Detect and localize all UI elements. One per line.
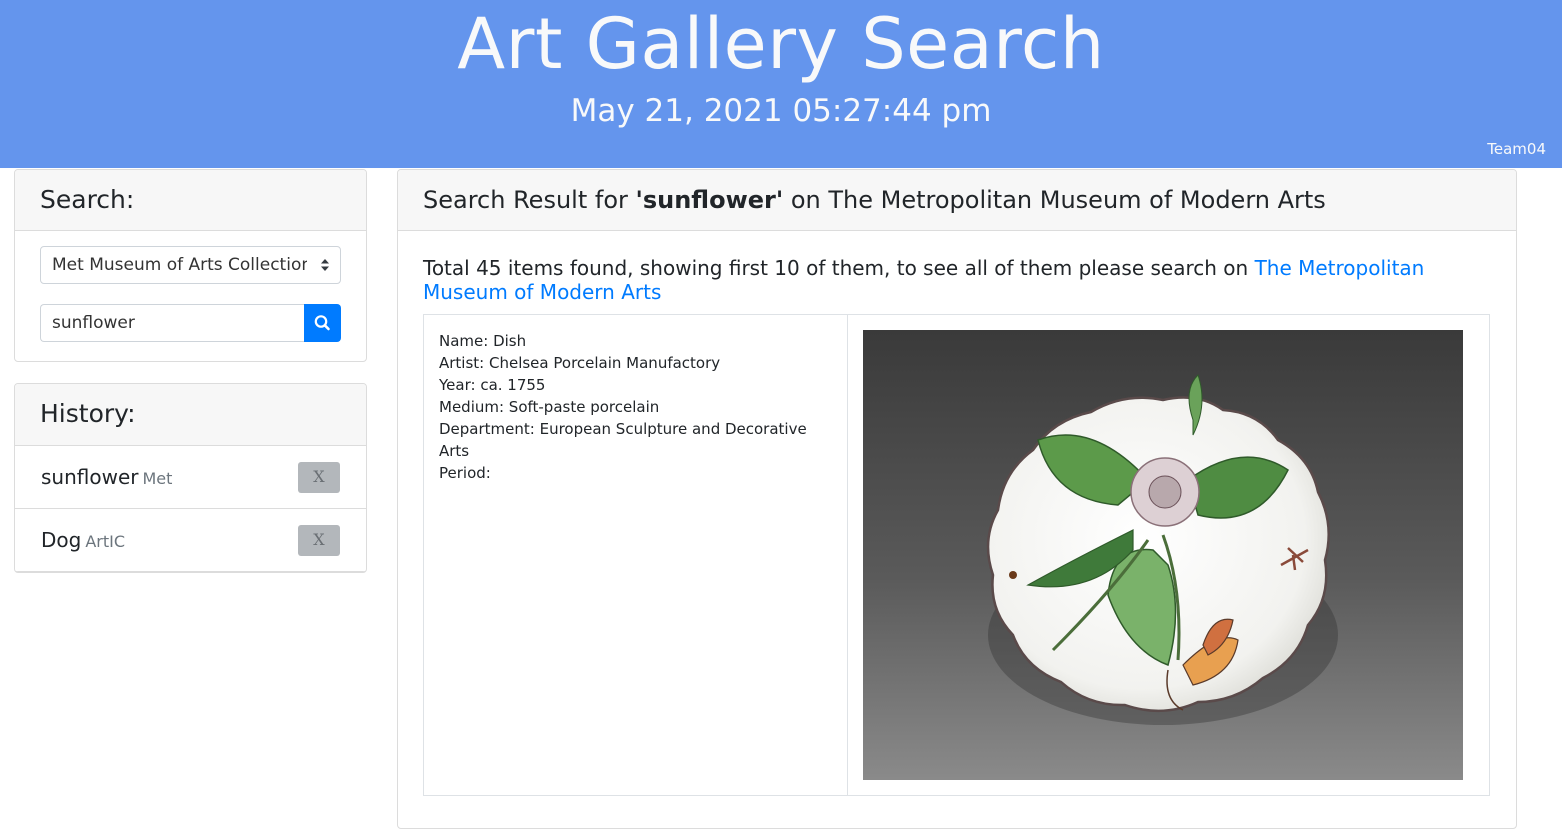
results-heading-suffix: on The Metropolitan Museum of Modern Art… bbox=[783, 186, 1326, 214]
result-row: Name: Dish Artist: Chelsea Porcelain Man… bbox=[423, 314, 1490, 796]
app-header: Art Gallery Search May 21, 2021 05:27:44… bbox=[0, 0, 1562, 168]
artwork-image[interactable] bbox=[863, 330, 1463, 780]
select-arrows-icon bbox=[321, 259, 329, 271]
history-term[interactable]: Dog bbox=[41, 528, 81, 552]
search-input[interactable]: sunflower bbox=[40, 304, 304, 342]
results-heading: Search Result for 'sunflower' on The Met… bbox=[398, 170, 1516, 231]
collection-select[interactable]: Met Museum of Arts Collection bbox=[40, 246, 341, 284]
history-source: Met bbox=[142, 469, 173, 488]
remove-history-button[interactable]: X bbox=[298, 462, 340, 493]
history-source: ArtIC bbox=[85, 532, 126, 551]
results-summary: Total 45 items found, showing first 10 o… bbox=[423, 256, 1463, 304]
history-panel: History: sunflower Met X Dog ArtIC X bbox=[14, 383, 367, 573]
artwork-period: Period: bbox=[439, 464, 491, 482]
collection-select-value: Met Museum of Arts Collection bbox=[52, 255, 307, 275]
artwork-department: Department: European Sculpture and Decor… bbox=[439, 420, 807, 460]
search-icon bbox=[314, 315, 330, 331]
search-panel: Search: Met Museum of Arts Collection su… bbox=[14, 169, 367, 362]
results-query: 'sunflower' bbox=[635, 186, 784, 214]
team-label: Team04 bbox=[1487, 140, 1546, 158]
history-item[interactable]: Dog ArtIC X bbox=[15, 509, 366, 572]
artwork-name: Name: Dish bbox=[439, 332, 527, 350]
history-item[interactable]: sunflower Met X bbox=[15, 446, 366, 509]
history-heading: History: bbox=[15, 384, 366, 446]
artwork-year: Year: ca. 1755 bbox=[439, 376, 546, 394]
results-panel: Search Result for 'sunflower' on The Met… bbox=[397, 169, 1517, 829]
remove-history-button[interactable]: X bbox=[298, 525, 340, 556]
current-datetime: May 21, 2021 05:27:44 pm bbox=[570, 93, 992, 129]
artwork-medium: Medium: Soft-paste porcelain bbox=[439, 398, 660, 416]
artwork-info: Name: Dish Artist: Chelsea Porcelain Man… bbox=[424, 315, 848, 795]
search-button[interactable] bbox=[304, 304, 341, 342]
artwork-artist: Artist: Chelsea Porcelain Manufactory bbox=[439, 354, 721, 372]
search-heading: Search: bbox=[15, 170, 366, 231]
history-term[interactable]: sunflower bbox=[41, 465, 139, 489]
table-divider bbox=[423, 795, 1490, 796]
artwork-image-cell bbox=[848, 315, 1489, 795]
results-heading-prefix: Search Result for bbox=[423, 186, 636, 214]
summary-text: Total 45 items found, showing first 10 o… bbox=[423, 256, 1255, 280]
page-title: Art Gallery Search bbox=[457, 3, 1105, 85]
